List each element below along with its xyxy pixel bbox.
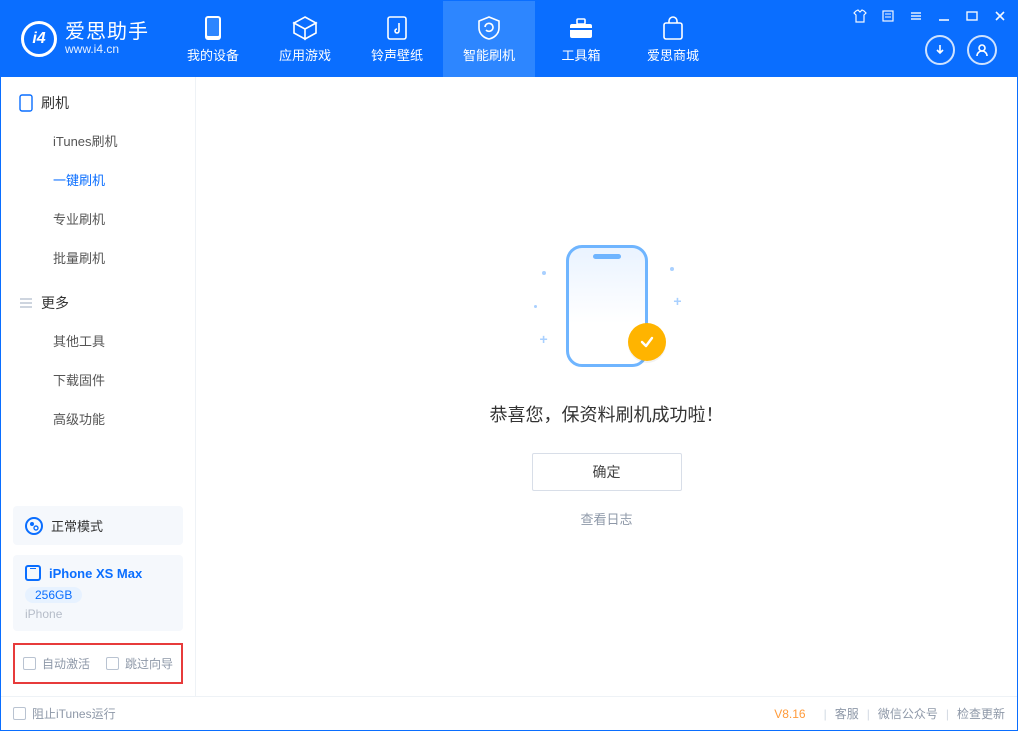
sidebar-group-title: 更多 (41, 293, 69, 313)
sidebar-group-title: 刷机 (41, 93, 69, 113)
sidebar-item-other-tools[interactable]: 其他工具 (1, 321, 195, 360)
sidebar-item-batch-flash[interactable]: 批量刷机 (1, 238, 195, 277)
sparkle-icon (534, 305, 537, 308)
checkbox-label: 跳过向导 (125, 655, 173, 672)
separator: | (867, 707, 870, 721)
tab-smart-flash[interactable]: 智能刷机 (443, 1, 535, 77)
sidebar-item-download-firmware[interactable]: 下载固件 (1, 360, 195, 399)
mode-label: 正常模式 (51, 516, 103, 535)
check-seal-icon (628, 323, 666, 361)
tab-apps-games[interactable]: 应用游戏 (259, 1, 351, 77)
logo-icon: i4 (21, 21, 57, 57)
device-card[interactable]: iPhone XS Max 256GB iPhone (13, 555, 183, 631)
tab-label: 我的设备 (187, 45, 239, 64)
nav-tabs: 我的设备 应用游戏 铃声壁纸 智能刷机 (167, 1, 719, 77)
device-capacity-badge: 256GB (25, 587, 82, 603)
sidebar-item-oneclick-flash[interactable]: 一键刷机 (1, 160, 195, 199)
header: i4 爱思助手 www.i4.cn 我的设备 应用游戏 (1, 1, 1017, 77)
success-message: 恭喜您，保资料刷机成功啦！ (490, 401, 724, 427)
cube-icon (292, 15, 318, 41)
note-icon[interactable] (879, 7, 897, 25)
tshirt-icon[interactable] (851, 7, 869, 25)
footer-link-check-update[interactable]: 检查更新 (957, 705, 1005, 722)
separator: | (824, 707, 827, 721)
sidebar: 刷机 iTunes刷机 一键刷机 专业刷机 批量刷机 更多 其他工具 下载固件 … (1, 77, 196, 696)
sidebar-item-advanced[interactable]: 高级功能 (1, 399, 195, 438)
music-file-icon (384, 15, 410, 41)
sidebar-group-flash: 刷机 (1, 77, 195, 121)
user-button[interactable] (967, 35, 997, 65)
footer-link-support[interactable]: 客服 (835, 705, 859, 722)
maximize-button[interactable] (963, 7, 981, 25)
footer: 阻止iTunes运行 V8.16 | 客服 | 微信公众号 | 检查更新 (1, 696, 1017, 730)
highlighted-checkbox-row: 自动激活 跳过向导 (13, 643, 183, 684)
tab-label: 工具箱 (561, 45, 600, 64)
checkbox-auto-activate[interactable]: 自动激活 (23, 655, 90, 672)
separator: | (946, 707, 949, 721)
view-log-link[interactable]: 查看日志 (580, 509, 632, 528)
plus-icon: + (540, 331, 548, 347)
phone-icon (200, 15, 226, 41)
success-illustration: + + (522, 245, 692, 375)
sidebar-item-itunes-flash[interactable]: iTunes刷机 (1, 121, 195, 160)
close-button[interactable] (991, 7, 1009, 25)
device-phone-icon (25, 565, 41, 581)
list-icon (19, 296, 33, 310)
phone-small-icon (19, 94, 33, 112)
tab-label: 智能刷机 (463, 45, 515, 64)
sidebar-group-more: 更多 (1, 277, 195, 321)
tab-label: 应用游戏 (279, 45, 331, 64)
checkbox-label: 阻止iTunes运行 (32, 705, 116, 722)
sidebar-item-pro-flash[interactable]: 专业刷机 (1, 199, 195, 238)
device-type: iPhone (25, 607, 171, 621)
app-subtitle: www.i4.cn (65, 43, 149, 56)
tab-ringtone-wallpaper[interactable]: 铃声壁纸 (351, 1, 443, 77)
bag-icon (660, 15, 686, 41)
refresh-shield-icon (476, 15, 502, 41)
checkbox-skip-guide[interactable]: 跳过向导 (106, 655, 173, 672)
sparkle-icon (670, 267, 674, 271)
footer-links: V8.16 | 客服 | 微信公众号 | 检查更新 (774, 705, 1005, 722)
checkbox-box-icon (106, 657, 119, 670)
tab-toolbox[interactable]: 工具箱 (535, 1, 627, 77)
checkbox-block-itunes[interactable]: 阻止iTunes运行 (13, 705, 116, 722)
checkbox-label: 自动激活 (42, 655, 90, 672)
body: 刷机 iTunes刷机 一键刷机 专业刷机 批量刷机 更多 其他工具 下载固件 … (1, 77, 1017, 696)
tab-my-device[interactable]: 我的设备 (167, 1, 259, 77)
checkbox-box-icon (23, 657, 36, 670)
ok-button[interactable]: 确定 (532, 453, 682, 491)
tab-store[interactable]: 爱思商城 (627, 1, 719, 77)
minimize-button[interactable] (935, 7, 953, 25)
app-window: i4 爱思助手 www.i4.cn 我的设备 应用游戏 (0, 0, 1018, 731)
tab-label: 爱思商城 (647, 45, 699, 64)
plus-icon: + (673, 293, 681, 309)
toolbox-icon (568, 15, 594, 41)
sparkle-icon (542, 271, 546, 275)
window-controls (851, 1, 1017, 77)
app-title: 爱思助手 (65, 21, 149, 43)
menu-icon[interactable] (907, 7, 925, 25)
main-content: + + 恭喜您，保资料刷机成功啦！ 确定 查看日志 (196, 77, 1017, 696)
device-name: iPhone XS Max (49, 566, 142, 581)
version-label: V8.16 (774, 707, 805, 721)
tab-label: 铃声壁纸 (371, 45, 423, 64)
footer-link-wechat[interactable]: 微信公众号 (878, 705, 938, 722)
download-button[interactable] (925, 35, 955, 65)
logo-block: i4 爱思助手 www.i4.cn (1, 1, 167, 77)
mode-icon (25, 517, 43, 535)
checkbox-box-icon (13, 707, 26, 720)
mode-card[interactable]: 正常模式 (13, 506, 183, 545)
